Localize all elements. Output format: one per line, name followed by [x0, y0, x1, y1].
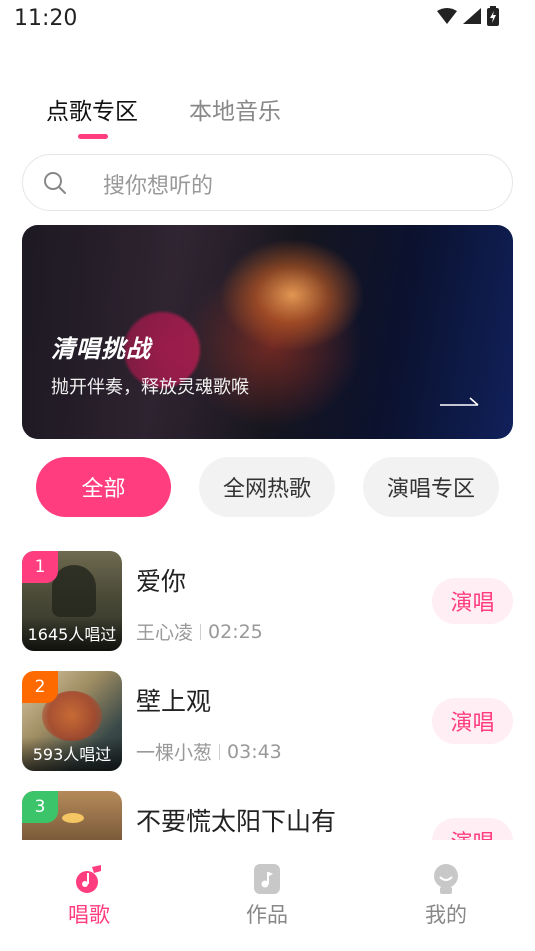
nav-mine[interactable]: 我的: [386, 863, 506, 929]
status-bar: 11:20: [0, 0, 535, 40]
wifi-icon: [437, 8, 457, 24]
song-title: 不要慌太阳下山有: [136, 807, 337, 836]
song-cover: 3: [22, 791, 122, 840]
list-item[interactable]: 3 不要慌太阳下山有 演唱: [0, 780, 535, 840]
song-cover: 1 1645人唱过: [22, 551, 122, 651]
list-item[interactable]: 2 593人唱过 壁上观 一棵小葱 03:43 演唱: [0, 660, 535, 771]
banner-title: 清唱挑战: [51, 335, 151, 363]
song-artist: 王心凌: [136, 622, 194, 644]
song-list: 1 1645人唱过 爱你 王心凌 02:25 演唱 2 593人唱过 壁上观 一…: [0, 540, 535, 840]
music-note-icon: [76, 865, 101, 893]
sing-button[interactable]: 演唱: [432, 818, 513, 840]
chip-all[interactable]: 全部: [36, 457, 171, 517]
rank-badge: 3: [22, 791, 58, 823]
arrow-right-icon[interactable]: [440, 393, 480, 407]
tab-song-request[interactable]: 点歌专区: [46, 92, 138, 126]
search-icon: [44, 172, 66, 194]
nav-mine-label: 我的: [425, 903, 467, 927]
banner-subtitle: 抛开伴奏，释放灵魂歌喉: [51, 377, 249, 398]
song-duration: 02:25: [208, 620, 263, 643]
song-cover: 2 593人唱过: [22, 671, 122, 771]
song-duration: 03:43: [227, 740, 282, 763]
search-bar[interactable]: 搜你想听的: [22, 154, 513, 211]
search-input[interactable]: 搜你想听的: [103, 168, 213, 200]
nav-sing[interactable]: 唱歌: [29, 863, 149, 929]
nav-works[interactable]: 作品: [207, 863, 327, 929]
play-count: 1645人唱过: [22, 617, 122, 651]
battery-icon: [487, 6, 499, 26]
play-count: 593人唱过: [22, 737, 122, 771]
meta-divider: [219, 743, 221, 760]
top-tabs: 点歌专区 本地音乐: [0, 88, 535, 148]
bottom-nav: 唱歌 作品 我的: [0, 851, 535, 951]
banner[interactable]: 清唱挑战 抛开伴奏，释放灵魂歌喉: [22, 225, 513, 439]
meta-divider: [200, 623, 202, 640]
category-chips: 全部 全网热歌 演唱专区: [0, 457, 535, 517]
user-icon: [434, 864, 458, 894]
song-title: 爱你: [136, 567, 187, 596]
song-title: 壁上观: [136, 687, 212, 716]
chip-performance-zone[interactable]: 演唱专区: [363, 457, 499, 517]
music-file-icon: [254, 864, 280, 894]
signal-icon: [463, 8, 481, 24]
chip-hot-songs[interactable]: 全网热歌: [199, 457, 335, 517]
rank-badge: 1: [22, 551, 58, 583]
tab-indicator: [78, 134, 108, 139]
sing-button[interactable]: 演唱: [432, 698, 513, 744]
nav-works-label: 作品: [246, 903, 288, 927]
list-item[interactable]: 1 1645人唱过 爱你 王心凌 02:25 演唱: [0, 540, 535, 651]
rank-badge: 2: [22, 671, 58, 703]
cover-art: [62, 813, 84, 823]
song-meta: 王心凌 02:25: [136, 618, 263, 645]
status-icons: [437, 6, 499, 26]
cover-art: [52, 565, 96, 617]
tab-local-music[interactable]: 本地音乐: [189, 92, 281, 126]
song-artist: 一棵小葱: [136, 742, 213, 764]
status-time: 11:20: [14, 6, 78, 31]
nav-sing-label: 唱歌: [68, 903, 110, 927]
song-meta: 一棵小葱 03:43: [136, 738, 282, 765]
sing-button[interactable]: 演唱: [432, 578, 513, 624]
